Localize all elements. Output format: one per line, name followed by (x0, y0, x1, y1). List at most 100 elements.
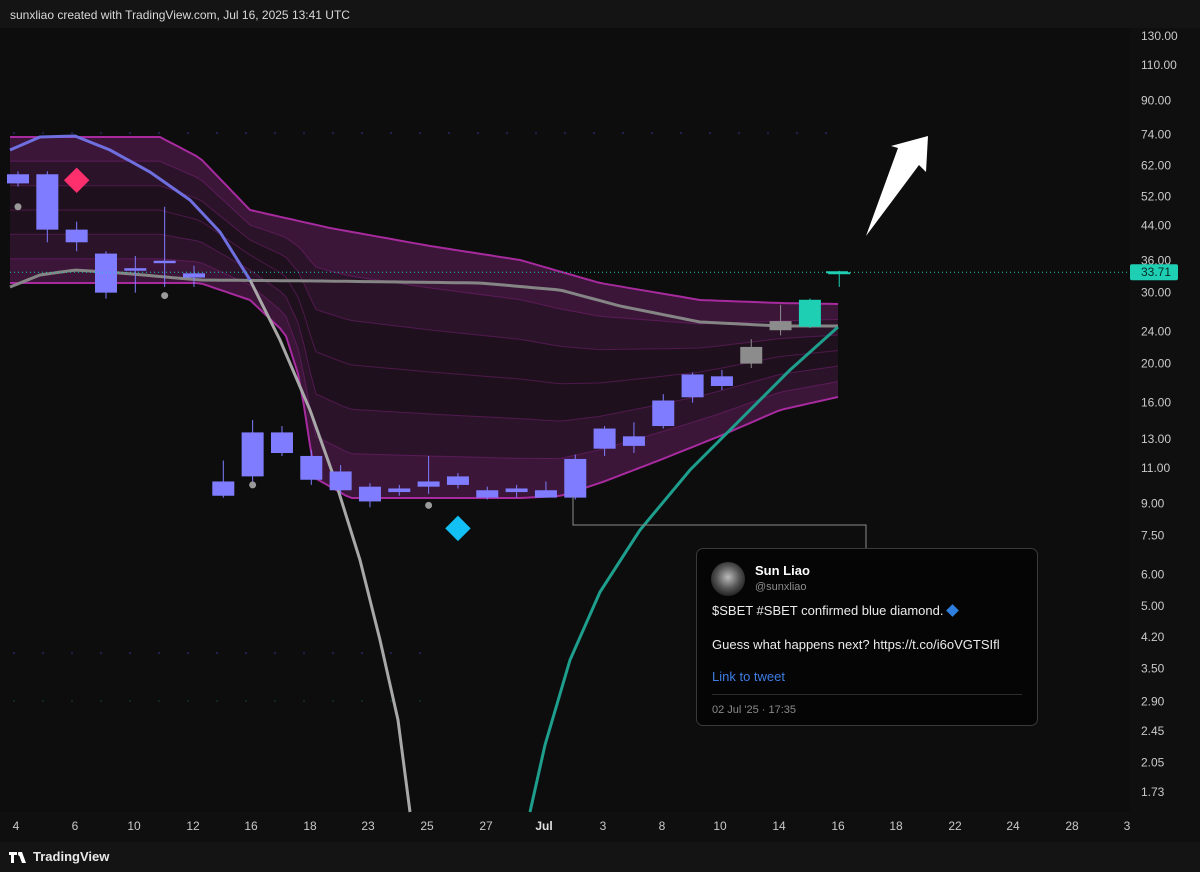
candle-body (622, 436, 645, 446)
candle-body (681, 374, 704, 398)
guide-dot (42, 652, 44, 654)
candle-body (652, 400, 675, 427)
candle-body (36, 174, 59, 230)
guide-dot (187, 132, 189, 134)
candle-body (446, 476, 469, 485)
candle-body (534, 490, 557, 498)
y-tick-label: 6.00 (1141, 567, 1165, 581)
y-tick-label: 1.73 (1141, 785, 1165, 799)
divider (712, 694, 1022, 695)
guide-dot (274, 652, 276, 654)
last-price-label: 33.71 (1141, 265, 1171, 279)
guide-dot (71, 700, 73, 702)
guide-dot (216, 700, 218, 702)
guide-dot (448, 132, 450, 134)
guide-dot (709, 132, 711, 134)
candle-body (300, 455, 323, 480)
signal-dot (249, 481, 257, 489)
x-tick-label: 4 (13, 819, 20, 833)
x-tick-label: 27 (479, 819, 493, 833)
tweet-card[interactable]: Sun Liao @sunxliao $SBET #SBET confirmed… (696, 548, 1038, 726)
guide-dot (187, 652, 189, 654)
candle-body (564, 458, 587, 498)
guide-dot (390, 652, 392, 654)
candle-body (65, 229, 88, 243)
guide-dot (332, 652, 334, 654)
candle-body (124, 268, 147, 271)
x-tick-label: Jul (535, 819, 552, 833)
x-tick-label: 10 (713, 819, 727, 833)
guide-dot (390, 700, 392, 702)
y-tick-label: 16.00 (1141, 396, 1171, 410)
guide-dot (796, 132, 798, 134)
guide-dot (361, 652, 363, 654)
guide-dot (477, 132, 479, 134)
tweet-text-line2: Guess what happens next? https://t.co/i6… (712, 637, 1000, 652)
guide-dot (274, 132, 276, 134)
tweet-author-handle: @sunxliao (755, 581, 807, 593)
guide-dot (216, 132, 218, 134)
y-tick-label: 110.00 (1141, 58, 1177, 72)
guide-dot (332, 700, 334, 702)
blue-diamond-icon (946, 604, 960, 617)
candle-body (417, 481, 440, 487)
y-tick-label: 2.05 (1141, 755, 1165, 769)
candle-body (270, 432, 293, 454)
guide-dot (419, 652, 421, 654)
y-tick-label: 7.50 (1141, 528, 1165, 542)
y-tick-label: 44.00 (1141, 219, 1171, 233)
y-tick-label: 52.00 (1141, 189, 1171, 203)
guide-dot (622, 132, 624, 134)
guide-dot (245, 132, 247, 134)
candle-body (710, 376, 733, 386)
guide-dot (332, 132, 334, 134)
guide-dot (303, 652, 305, 654)
y-tick-label: 11.00 (1141, 461, 1170, 475)
guide-dot (129, 652, 131, 654)
guide-dot (361, 132, 363, 134)
guide-dot (303, 700, 305, 702)
y-tick-label: 4.20 (1141, 630, 1165, 644)
candle-body (769, 321, 792, 331)
x-tick-label: 16 (244, 819, 258, 833)
candle-body (505, 488, 528, 493)
guide-dot (245, 652, 247, 654)
guide-dot (100, 700, 102, 702)
y-tick-label: 13.00 (1141, 432, 1171, 446)
y-tick-label: 2.90 (1141, 695, 1165, 709)
tweet-text-line1: $SBET #SBET confirmed blue diamond. (712, 603, 960, 618)
candle-body (7, 174, 29, 184)
tweet-author-name: Sun Liao (755, 563, 810, 578)
guide-dot (825, 132, 827, 134)
guide-dot (158, 652, 160, 654)
guide-dot (303, 132, 305, 134)
candle-body (358, 486, 381, 502)
guide-dot (100, 652, 102, 654)
tradingview-logo-icon (9, 852, 26, 863)
guide-dot (361, 700, 363, 702)
y-tick-label: 2.45 (1141, 724, 1165, 738)
y-tick-label: 20.00 (1141, 357, 1171, 371)
guide-dot (13, 652, 15, 654)
x-tick-label: 18 (303, 819, 317, 833)
x-tick-label: 25 (420, 819, 434, 833)
guide-dot (564, 132, 566, 134)
x-tick-label: 28 (1065, 819, 1079, 833)
guide-dot (651, 132, 653, 134)
y-tick-label: 9.00 (1141, 496, 1165, 510)
x-tick-label: 3 (600, 819, 607, 833)
guide-dot (593, 132, 595, 134)
x-tick-label: 23 (361, 819, 375, 833)
guide-dot (245, 700, 247, 702)
guide-dot (71, 132, 73, 134)
guide-dot (390, 132, 392, 134)
tweet-link[interactable]: Link to tweet (712, 669, 785, 684)
candle-body (740, 346, 763, 364)
guide-dot (535, 132, 537, 134)
candle-body (94, 253, 117, 293)
guide-dot (187, 700, 189, 702)
guide-dot (216, 652, 218, 654)
x-tick-label: 10 (127, 819, 141, 833)
price-chart[interactable]: 130.00 110.00 90.00 74.00 62.00 52.00 44.00 3 6.… (0, 0, 1200, 872)
guide-dot (129, 132, 131, 134)
